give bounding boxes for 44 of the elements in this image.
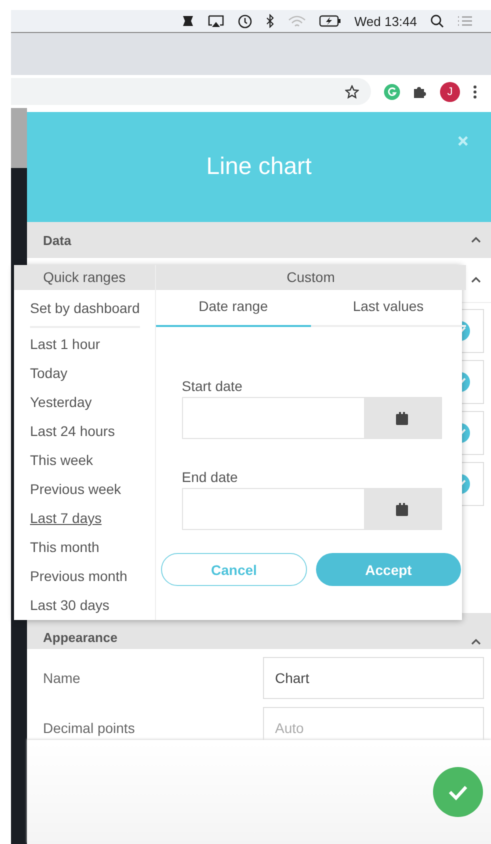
input-field[interactable]: Auto	[263, 707, 484, 740]
calendar-button[interactable]	[364, 489, 441, 529]
caret-up-icon[interactable]	[471, 639, 481, 645]
clock-history-icon[interactable]	[237, 14, 252, 28]
range-option[interactable]: Last 24 hours	[14, 417, 155, 446]
section-title: Appearance	[43, 630, 118, 645]
bluetooth-icon[interactable]	[265, 14, 276, 28]
range-option[interactable]: Previous month	[14, 562, 155, 591]
tab[interactable]: Date range	[156, 290, 311, 327]
field-label: End date	[182, 469, 239, 485]
range-option[interactable]: Today	[14, 359, 155, 388]
calendar-icon	[396, 412, 408, 424]
app-icon[interactable]	[181, 14, 196, 28]
airplay-icon[interactable]	[208, 14, 224, 28]
field-label: Start date	[182, 378, 244, 394]
range-option[interactable]: Last 1 hour	[14, 330, 155, 359]
caret-up-icon[interactable]	[471, 277, 481, 283]
more-menu-icon[interactable]	[473, 84, 477, 98]
caret-up-icon[interactable]	[471, 237, 481, 243]
range-option[interactable]: Yesterday	[14, 388, 155, 417]
clock: Wed 13:44	[354, 14, 417, 28]
range-option[interactable]: This month	[14, 533, 155, 562]
input-field[interactable]: Chart	[263, 657, 484, 699]
search-icon[interactable]	[430, 14, 444, 28]
range-option[interactable]: Set by dashboard	[30, 290, 140, 328]
star-icon[interactable]	[345, 84, 359, 98]
section-title: Data	[43, 232, 72, 248]
field-label: Decimal points	[43, 720, 135, 736]
calendar-button[interactable]	[364, 398, 441, 438]
column-header: Quick ranges	[14, 265, 155, 290]
range-option[interactable]: Last 7 days	[14, 504, 155, 533]
puzzle-icon[interactable]	[413, 84, 427, 98]
field-label: Name	[43, 670, 80, 686]
column-header: Custom	[156, 265, 466, 290]
date-field[interactable]	[182, 488, 442, 530]
avatar[interactable]: J	[440, 82, 460, 102]
tab[interactable]: Last values	[310, 290, 466, 325]
battery-icon[interactable]	[319, 15, 342, 27]
range-option[interactable]: Previous week	[14, 475, 155, 504]
range-option[interactable]: This week	[14, 446, 155, 475]
dialog-title: Line chart	[206, 153, 312, 181]
calendar-icon	[396, 502, 408, 516]
section-header[interactable]: Data	[27, 222, 491, 258]
date-field[interactable]	[182, 397, 442, 439]
